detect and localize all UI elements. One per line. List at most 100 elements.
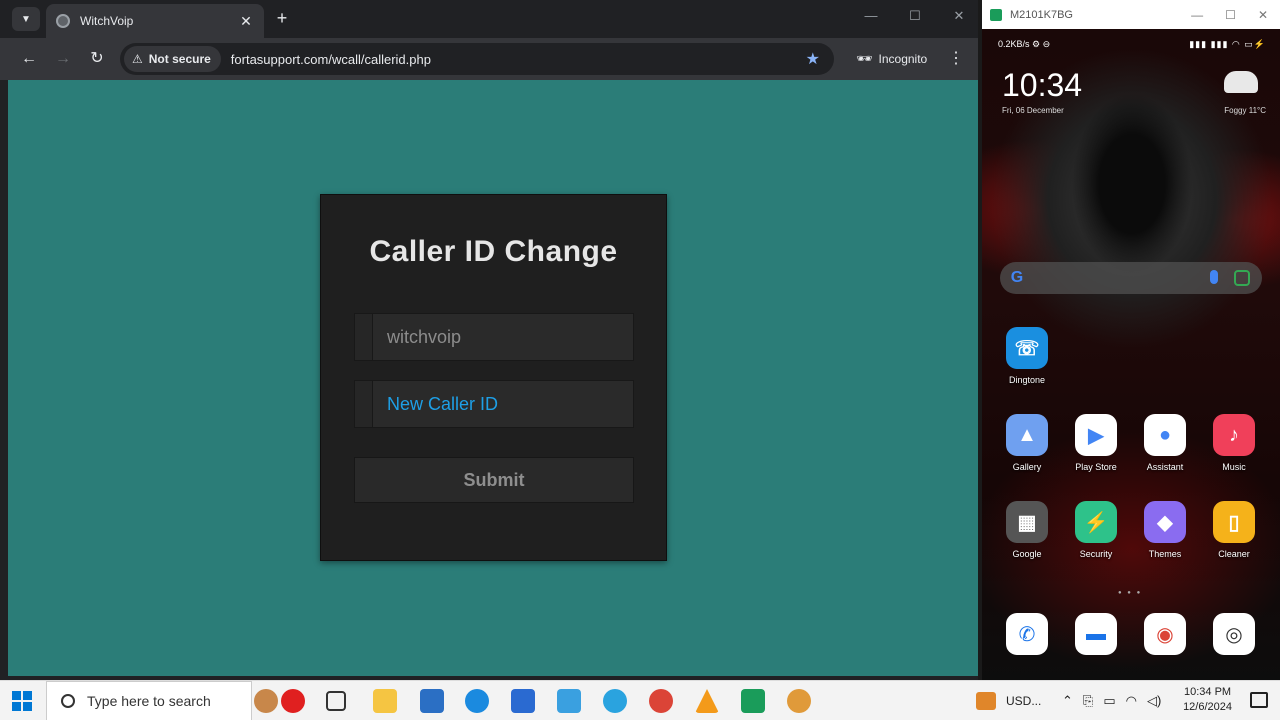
incognito-icon: 🕶 [856, 51, 873, 66]
browser-window: ▼ WitchVoip ✕ + — ☐ ✕ ← → ↻ ⚠ Not secure [0, 0, 978, 680]
themes-icon: ◆ [1144, 501, 1186, 543]
tab-title: WitchVoip [80, 14, 134, 28]
app-dingtone[interactable]: ☏ Dingtone [997, 327, 1057, 385]
security-label: Not secure [148, 52, 211, 66]
app-music[interactable]: ♪ Music [1204, 414, 1264, 472]
usb-icon[interactable]: ⎘ [1083, 693, 1093, 709]
cleaner-icon: ▯ [1213, 501, 1255, 543]
task-view-icon[interactable] [326, 691, 346, 711]
minimize-icon[interactable]: — [1191, 8, 1203, 22]
app-assistant[interactable]: ● Assistant [1135, 414, 1195, 472]
currency-icon [976, 692, 996, 710]
app-label: Music [1222, 462, 1246, 472]
weather-text: Foggy 11°C [1224, 106, 1266, 115]
remote-app-icon[interactable] [557, 689, 581, 713]
chevron-up-icon[interactable]: ⌃ [1062, 693, 1073, 709]
security-icon: ⚡ [1075, 501, 1117, 543]
minimize-icon[interactable]: — [862, 8, 880, 24]
app-cleaner[interactable]: ▯ Cleaner [1204, 501, 1264, 559]
mic-icon[interactable] [1210, 270, 1218, 284]
bookmark-star-icon[interactable]: ★ [806, 49, 820, 69]
username-field[interactable] [354, 313, 634, 361]
username-input[interactable] [373, 314, 633, 360]
close-window-icon[interactable]: ✕ [1258, 8, 1268, 22]
incognito-badge[interactable]: 🕶 Incognito [848, 46, 935, 72]
taskbar-search-placeholder: Type here to search [87, 693, 211, 709]
forward-arrow-icon[interactable]: → [52, 48, 74, 70]
new-tab-button[interactable]: + [272, 8, 292, 29]
window-controls: — ☐ ✕ [862, 8, 968, 24]
mail-icon[interactable] [420, 689, 444, 713]
volume-icon[interactable]: ◁) [1147, 693, 1161, 709]
chrome-icon[interactable]: ◉ [1144, 613, 1186, 655]
caller-id-input[interactable] [373, 381, 633, 427]
system-tray: ⌃ ⎘ ▭ ◠ ◁) [1062, 681, 1161, 720]
caller-id-field[interactable] [354, 380, 634, 428]
url-text[interactable]: fortasupport.com/wcall/callerid.php [231, 52, 806, 67]
phone-home-screen[interactable]: 0.2KB/s ⚙ ⊖ ▮▮▮ ▮▮▮ ◠ ▭⚡ 10:34 Fri, 06 D… [982, 29, 1280, 680]
chrome-icon[interactable] [649, 689, 673, 713]
search-icon [61, 694, 75, 708]
music-icon: ♪ [1213, 414, 1255, 456]
store-icon[interactable] [511, 689, 535, 713]
gingerbread-icon[interactable] [254, 689, 278, 713]
app-label: Dingtone [1008, 375, 1046, 385]
scrcpy-taskbar-icon[interactable] [741, 689, 765, 713]
browser-menu-icon[interactable]: ⋮ [948, 48, 964, 68]
submit-button[interactable]: Submit [354, 457, 634, 503]
phone-icon[interactable]: ✆ [1006, 613, 1048, 655]
globe-icon [56, 14, 70, 28]
edge-icon[interactable] [465, 689, 489, 713]
app-label: Assistant [1146, 462, 1184, 472]
mirror-window-controls: — ☐ ✕ [1191, 8, 1268, 22]
taskbar-search[interactable]: Type here to search [46, 681, 252, 720]
desktop: ▼ WitchVoip ✕ + — ☐ ✕ ← → ↻ ⚠ Not secure [0, 0, 1280, 720]
app-google[interactable]: ▦ Google [997, 501, 1057, 559]
back-arrow-icon[interactable]: ← [18, 48, 40, 70]
security-chip[interactable]: ⚠ Not secure [124, 46, 221, 72]
record-icon[interactable] [281, 689, 305, 713]
wifi-icon[interactable]: ◠ [1126, 693, 1137, 709]
file-explorer-icon[interactable] [373, 689, 397, 713]
battery-icon[interactable]: ▭ [1103, 693, 1115, 709]
close-tab-icon[interactable]: ✕ [238, 13, 254, 30]
maximize-icon[interactable]: ☐ [906, 8, 924, 24]
close-window-icon[interactable]: ✕ [950, 8, 968, 24]
app-label: Gallery [1012, 462, 1042, 472]
maximize-icon[interactable]: ☐ [1225, 8, 1236, 22]
reload-icon[interactable]: ↻ [86, 48, 108, 70]
taskbar-date: 12/6/2024 [1183, 701, 1232, 713]
app-gallery[interactable]: ▲ Gallery [997, 414, 1057, 472]
page-indicator: ● ● ● [1118, 590, 1143, 596]
page-title: Caller ID Change [369, 235, 618, 268]
mirror-titlebar: M2101K7BG — ☐ ✕ [982, 0, 1280, 29]
app-label: Google [1012, 549, 1042, 559]
phone-mirror-window: M2101K7BG — ☐ ✕ 0.2KB/s ⚙ ⊖ ▮▮▮ ▮▮▮ ◠ ▭⚡… [982, 0, 1280, 680]
browser-toolbar: ← → ↻ ⚠ Not secure fortasupport.com/wcal… [0, 38, 978, 80]
app-label: Cleaner [1218, 549, 1250, 559]
lens-icon[interactable] [1234, 270, 1250, 286]
caller-id-prefix [355, 381, 373, 427]
tray-currency-label: USD... [1006, 694, 1042, 708]
tray-currency[interactable]: USD... [976, 681, 1041, 720]
vlc-icon[interactable] [695, 689, 719, 713]
messages-icon[interactable]: ▬ [1075, 613, 1117, 655]
tab-search-button[interactable]: ▼ [12, 7, 40, 31]
tab-witchvoip[interactable]: WitchVoip ✕ [46, 4, 264, 38]
google-search-widget[interactable]: G [1000, 262, 1262, 294]
telegram-icon[interactable] [603, 689, 627, 713]
app-security[interactable]: ⚡ Security [1066, 501, 1126, 559]
windows-start-icon[interactable] [12, 691, 32, 711]
taskbar-clock[interactable]: 10:34 PM 12/6/2024 [1183, 685, 1232, 715]
phone-status-bar: 0.2KB/s ⚙ ⊖ ▮▮▮ ▮▮▮ ◠ ▭⚡ [982, 39, 1280, 50]
app-themes[interactable]: ◆ Themes [1135, 501, 1195, 559]
address-bar[interactable]: ⚠ Not secure fortasupport.com/wcall/call… [120, 43, 834, 75]
app-icon[interactable] [787, 689, 811, 713]
camera-icon[interactable]: ◎ [1213, 613, 1255, 655]
notification-icon[interactable] [1250, 692, 1268, 708]
signal-battery-icons: ▮▮▮ ▮▮▮ ◠ ▭⚡ [1189, 39, 1266, 49]
app-label: Themes [1148, 549, 1182, 559]
windows-taskbar: Type here to search USD... ⌃ ⎘ ▭ ◠ ◁) 10… [0, 680, 1280, 720]
app-play-store[interactable]: ▶ Play Store [1066, 414, 1126, 472]
warning-icon: ⚠ [132, 52, 143, 66]
